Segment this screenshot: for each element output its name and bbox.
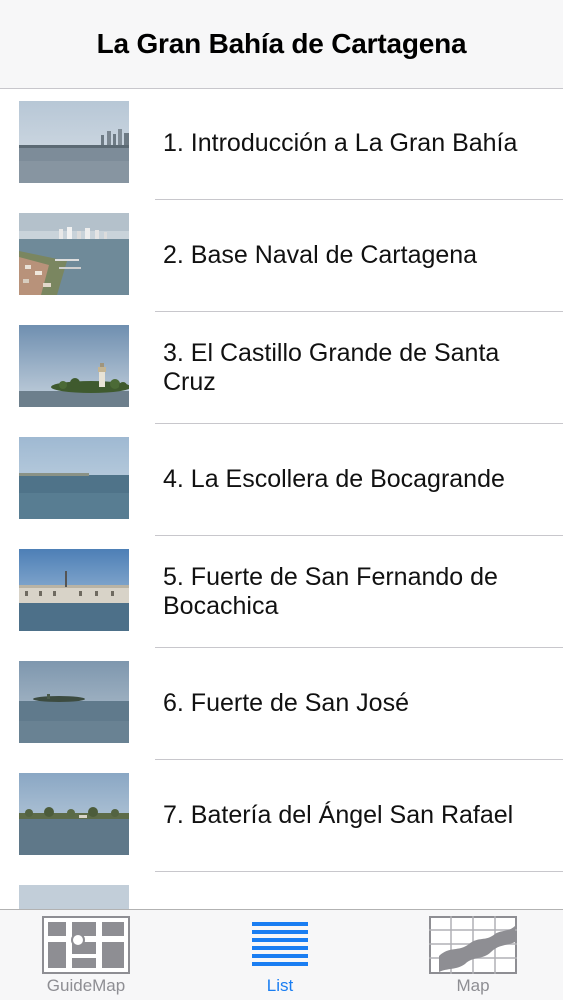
lighthouse-island-photo xyxy=(19,325,129,407)
tour-list[interactable]: 1. Introducción a La Gran Bahía 2. Base … xyxy=(0,88,563,910)
list-item[interactable]: 3. El Castillo Grande de Santa Cruz xyxy=(0,312,563,424)
sky-photo xyxy=(19,885,129,910)
list-item-label: 7. Batería del Ángel San Rafael xyxy=(163,801,514,829)
map-icon xyxy=(429,916,517,979)
list-item[interactable]: 1. Introducción a La Gran Bahía xyxy=(0,88,563,200)
page-title: La Gran Bahía de Cartagena xyxy=(96,28,467,59)
nav-bar: La Gran Bahía de Cartagena xyxy=(0,0,563,89)
coast-trees-photo xyxy=(19,773,129,855)
list-item-label: 4. La Escollera de Bocagrande xyxy=(163,465,505,493)
list-item[interactable]: 2. Base Naval de Cartagena xyxy=(0,200,563,312)
tab-list[interactable]: List xyxy=(210,910,350,1000)
naval-base-aerial-photo xyxy=(19,213,129,295)
tab-guidemap[interactable]: GuideMap xyxy=(16,910,156,1000)
list-item[interactable]: 7. Batería del Ángel San Rafael xyxy=(0,760,563,872)
tab-label: List xyxy=(266,976,294,995)
tab-label: Map xyxy=(456,976,490,995)
bay-skyline-photo xyxy=(19,101,129,183)
tab-label: GuideMap xyxy=(46,976,126,995)
list-item-label: 3. El Castillo Grande de Santa Cruz xyxy=(163,338,500,396)
list-item-label xyxy=(163,872,549,910)
list-icon xyxy=(250,916,310,979)
tab-bar: GuideMap List Map xyxy=(0,909,563,1000)
list-item[interactable]: 6. Fuerte de San José xyxy=(0,648,563,760)
guidemap-icon xyxy=(42,916,130,979)
list-item[interactable]: 4. La Escollera de Bocagrande xyxy=(0,424,563,536)
tab-map[interactable]: Map xyxy=(403,910,543,1000)
list-item[interactable]: 5. Fuerte de San Fernando de Bocachica xyxy=(0,536,563,648)
list-item-label: 2. Base Naval de Cartagena xyxy=(163,241,478,269)
list-item-label: 1. Introducción a La Gran Bahía xyxy=(163,129,518,157)
breakwater-sea-photo xyxy=(19,437,129,519)
fort-island-photo xyxy=(19,661,129,743)
fort-waterfront-photo xyxy=(19,549,129,631)
list-item-label: 6. Fuerte de San José xyxy=(163,689,409,717)
list-item[interactable] xyxy=(0,872,563,910)
list-item-label: 5. Fuerte de San Fernando de Bocachica xyxy=(163,562,498,620)
